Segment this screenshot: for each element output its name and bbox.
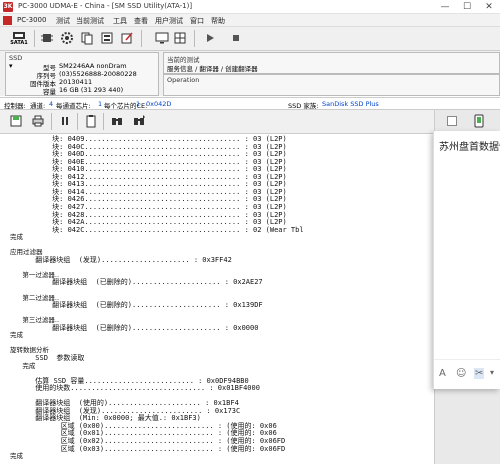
overlay-title: 苏州盘首数据恢 <box>439 142 500 153</box>
chips-key: 每通道芯片: <box>56 102 91 110</box>
toolbar-separator <box>51 113 52 130</box>
sata-label: SATA1 <box>10 39 28 46</box>
save-log-icon[interactable] <box>8 113 24 129</box>
gear-icon[interactable] <box>59 30 75 46</box>
ssd-box-label: SSD <box>9 54 23 62</box>
toolbar-separator <box>194 30 195 47</box>
channel-value: 4 <box>49 100 54 108</box>
grid-icon[interactable] <box>172 30 188 46</box>
menu-bar: PC-3000 测试 当前测试 工具 查看 用户测试 窗口 帮助 <box>0 14 500 27</box>
log-line: 区域 (0x03).......................... : (使… <box>10 444 286 453</box>
channel-key: 通道: <box>30 102 46 110</box>
toolbar-separator <box>141 30 142 47</box>
menu-user-tests[interactable]: 用户测试 <box>155 16 183 26</box>
edit-icon[interactable] <box>119 30 135 46</box>
clipboard-icon[interactable] <box>83 113 99 129</box>
toolbar-separator <box>103 113 104 130</box>
menu-tools[interactable]: 工具 <box>113 16 127 26</box>
overlay-chevron-icon[interactable]: ▾ <box>490 368 494 377</box>
family-value: SanDisk SSD Plus <box>322 100 379 108</box>
phone-icon[interactable] <box>473 114 485 128</box>
log-line: 翻译器块组 (已删除的)..................... : 0x13… <box>10 301 263 310</box>
operation-box: Operation <box>163 74 500 96</box>
copy-icon[interactable] <box>79 30 95 46</box>
log-line: 使用的块数................................ : … <box>10 384 260 393</box>
log-line: 完成 <box>10 452 23 461</box>
log-line: 翻译器块组 (已删除的)..................... : 0x00… <box>10 323 259 332</box>
log-line: 完成 <box>10 233 23 242</box>
chips-value: 1 <box>98 100 103 108</box>
main-toolbar: SATA1 <box>0 27 500 51</box>
minimize-button[interactable]: — <box>434 0 456 14</box>
chat-overlay[interactable]: 苏州盘首数据恢 A ☺ ✂ ▾ <box>433 131 500 389</box>
menu-window[interactable]: 窗口 <box>190 16 204 26</box>
log-output[interactable]: 块: 0409.................................… <box>0 134 434 464</box>
window-title: PC-3000 UDMA-E - China - [SM SSD Utility… <box>18 2 193 10</box>
app-icon: 3K <box>3 2 13 12</box>
menu-current-test[interactable]: 当前测试 <box>76 16 104 26</box>
pause-icon[interactable] <box>57 113 73 129</box>
log-line: 完成 <box>10 361 36 370</box>
toolbar-separator <box>34 30 35 47</box>
chip-icon[interactable] <box>39 30 55 46</box>
monitor-icon[interactable] <box>154 30 170 46</box>
controller-id: 0x042D <box>146 100 172 108</box>
find-next-icon[interactable] <box>131 113 147 129</box>
maximize-button[interactable]: ☐ <box>456 0 478 14</box>
print-icon[interactable] <box>30 113 46 129</box>
info-icon[interactable] <box>99 30 115 46</box>
log-line: 完成 <box>10 331 23 340</box>
controller-status-bar: 控制器: 通道: 4 每通道芯片: 1 每个芯片的CE: 1 0x042D SS… <box>0 97 500 110</box>
menu-view[interactable]: 查看 <box>134 16 148 26</box>
find-icon[interactable] <box>109 113 125 129</box>
overlay-toolbar: A ☺ ✂ ▾ <box>434 359 500 387</box>
current-test-value: 服务信息 / 翻译器 / 创建翻译器 <box>167 65 258 73</box>
font-icon[interactable]: A <box>439 368 446 379</box>
log-line: 块: 042C.................................… <box>10 225 304 234</box>
menu-pc3000[interactable]: PC-3000 <box>17 16 46 24</box>
title-bar: 3K PC-3000 UDMA-E - China - [SM SSD Util… <box>0 0 500 14</box>
log-toolbar <box>0 110 500 134</box>
close-button[interactable]: ✕ <box>478 0 500 14</box>
ssd-info-box: SSD ▾ 型号 SM2246AA nonDram 序列号 (03)5526888-… <box>5 52 159 96</box>
log-line: 翻译器块组 (已删除的)..................... : 0x2A… <box>10 278 263 287</box>
family-key: SSD 家族: <box>288 102 319 110</box>
scissors-icon[interactable]: ✂ <box>474 368 485 379</box>
controller-label: 控制器: <box>4 102 26 110</box>
operation-caption: Operation <box>167 76 200 84</box>
ce-key: 每个芯片的CE: <box>104 102 148 110</box>
current-test-box: 当前的测试 服务信息 / 翻译器 / 创建翻译器 <box>163 52 500 74</box>
emoji-icon[interactable]: ☺ <box>456 368 466 379</box>
menu-app-icon <box>3 16 12 25</box>
panel-square-icon[interactable] <box>447 116 457 126</box>
menu-help[interactable]: 帮助 <box>211 16 225 26</box>
sata-port-icon[interactable]: SATA1 <box>8 30 30 46</box>
log-line: 翻译器块组 (发现)..................... : 0x3FF4… <box>10 255 232 264</box>
toolbar-separator <box>77 113 78 130</box>
ce-value: 1 <box>136 100 141 108</box>
stop-icon[interactable] <box>228 30 244 46</box>
play-icon[interactable] <box>202 30 218 46</box>
menu-test[interactable]: 测试 <box>56 16 70 26</box>
ssd-expand-icon[interactable]: ▾ <box>9 62 13 70</box>
